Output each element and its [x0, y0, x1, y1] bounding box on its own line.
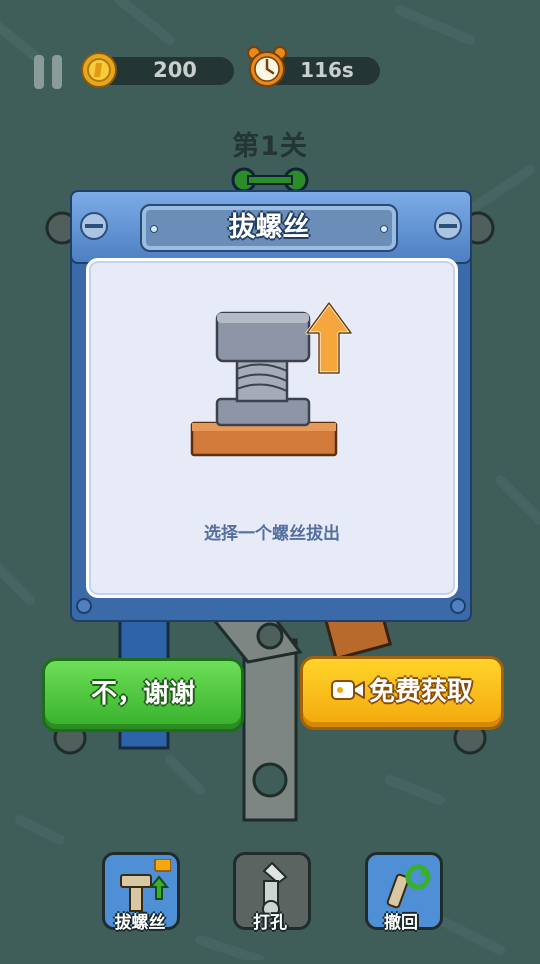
video-camera-icon	[330, 679, 365, 700]
dialog-description: 选择一个螺丝拔出	[204, 524, 340, 544]
no-thanks-label: 不，谢谢	[90, 679, 195, 709]
free-get-button[interactable]: 免费获取	[300, 656, 504, 730]
screw-icon	[434, 212, 462, 240]
dialog-header: 拔螺丝	[70, 190, 472, 264]
free-get-label: 免费获取	[368, 677, 473, 707]
screw-icon	[80, 212, 108, 240]
frame-screw-icon	[450, 598, 466, 614]
frame-screw-icon	[76, 598, 92, 614]
dialog-content: 选择一个螺丝拔出	[86, 258, 458, 598]
pull-screw-dialog: 拔螺丝 选择一个螺丝拔出	[70, 190, 472, 622]
pull-screw-tool-label: 拔螺丝	[114, 913, 166, 933]
undo-tool-label: 撤回	[384, 913, 418, 933]
no-thanks-button[interactable]: 不，谢谢	[42, 658, 244, 732]
dialog-title: 拔螺丝	[228, 212, 310, 243]
dialog-title-plate: 拔螺丝	[140, 204, 398, 252]
pull-screw-illustration-icon	[190, 301, 353, 457]
drill-tool-label: 打孔	[253, 913, 287, 933]
